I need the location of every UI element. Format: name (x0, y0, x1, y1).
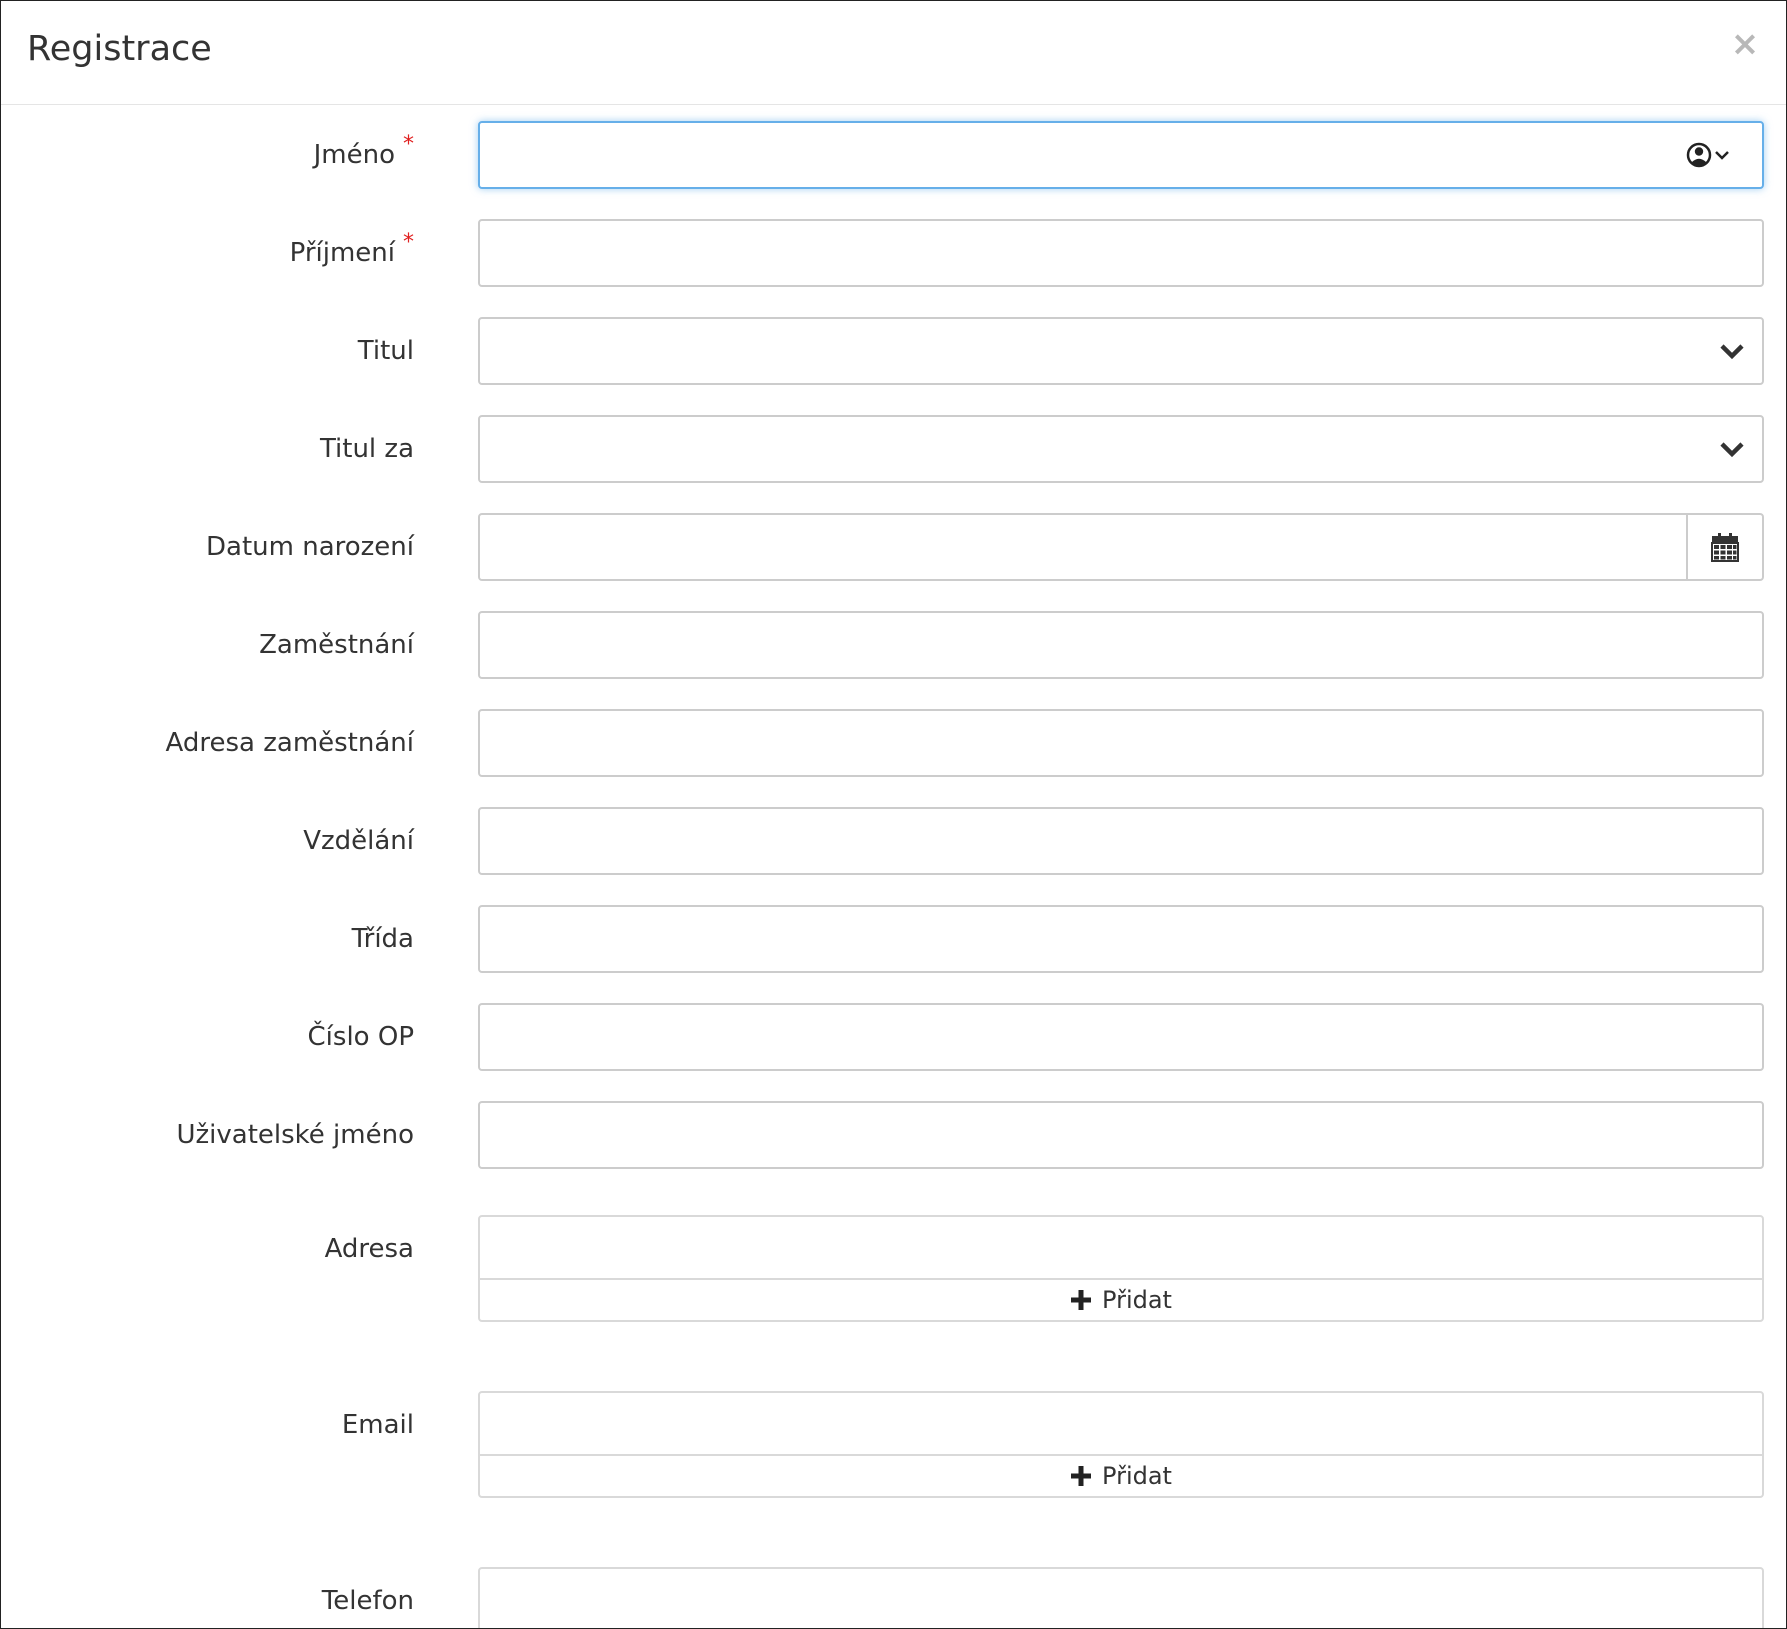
telefon-label: Telefon (321, 1586, 414, 1616)
close-button[interactable]: × (1730, 27, 1760, 61)
cislo-op-field[interactable] (478, 1003, 1764, 1071)
zamestnani-input[interactable] (480, 613, 1762, 677)
prijmeni-field[interactable] (478, 219, 1764, 287)
plus-icon (1071, 1466, 1092, 1486)
telefon-field[interactable] (478, 1567, 1764, 1628)
user-circle-icon[interactable] (1686, 140, 1736, 170)
adresa-zamestnani-label: Adresa zaměstnání (165, 728, 414, 758)
vzdelani-field[interactable] (478, 807, 1764, 875)
uzivatelske-jmeno-label: Uživatelské jméno (176, 1120, 414, 1150)
email-add-button[interactable]: Přidat (480, 1456, 1762, 1496)
plus-icon (1071, 1290, 1092, 1310)
registration-modal: Registrace × Jméno * Příjmení * Titul Ti… (0, 0, 1787, 1629)
titul-za-label: Titul za (319, 434, 414, 464)
required-marker: * (403, 230, 414, 255)
titul-label: Titul (357, 336, 414, 366)
prijmeni-label: Příjmení * (290, 219, 414, 287)
datum-narozeni-input[interactable] (480, 515, 1686, 579)
vzdelani-input[interactable] (480, 809, 1762, 873)
telefon-input[interactable] (480, 1569, 1762, 1628)
required-marker: * (403, 132, 414, 157)
email-label: Email (341, 1410, 414, 1440)
uzivatelske-jmeno-field[interactable] (478, 1101, 1764, 1169)
titul-za-select[interactable] (478, 415, 1764, 483)
jmeno-label: Jméno * (314, 121, 414, 189)
datum-narozeni-field[interactable] (478, 513, 1764, 581)
zamestnani-label: Zaměstnání (259, 630, 414, 660)
adresa-add-label: Přidat (1102, 1286, 1172, 1314)
cislo-op-input[interactable] (480, 1005, 1762, 1069)
trida-label: Třída (351, 924, 414, 954)
modal-header: Registrace × (1, 1, 1786, 105)
adresa-add-button[interactable]: Přidat (480, 1280, 1762, 1320)
trida-field[interactable] (478, 905, 1764, 973)
prijmeni-label-text: Příjmení (289, 238, 395, 268)
jmeno-input[interactable] (480, 123, 1762, 187)
jmeno-field[interactable] (478, 121, 1764, 189)
calendar-button[interactable] (1686, 515, 1762, 579)
email-add-label: Přidat (1102, 1462, 1172, 1490)
modal-title: Registrace (27, 29, 212, 69)
adresa-zamestnani-input[interactable] (480, 711, 1762, 775)
titul-select[interactable] (478, 317, 1764, 385)
datum-narozeni-label: Datum narození (206, 532, 414, 562)
prijmeni-input[interactable] (480, 221, 1762, 285)
cislo-op-label: Číslo OP (307, 1022, 414, 1052)
vzdelani-label: Vzdělání (303, 826, 414, 856)
adresa-list: Přidat (478, 1215, 1764, 1322)
adresa-label: Adresa (324, 1234, 414, 1264)
email-list: Přidat (478, 1391, 1764, 1498)
trida-input[interactable] (480, 907, 1762, 971)
chevron-down-icon (1720, 344, 1744, 360)
zamestnani-field[interactable] (478, 611, 1764, 679)
adresa-list-empty (480, 1217, 1762, 1280)
calendar-icon (1711, 533, 1739, 562)
close-icon: × (1730, 24, 1760, 64)
jmeno-label-text: Jméno (313, 140, 395, 170)
chevron-down-icon (1720, 442, 1744, 458)
adresa-zamestnani-field[interactable] (478, 709, 1764, 777)
uzivatelske-jmeno-input[interactable] (480, 1103, 1762, 1167)
email-list-empty (480, 1393, 1762, 1456)
